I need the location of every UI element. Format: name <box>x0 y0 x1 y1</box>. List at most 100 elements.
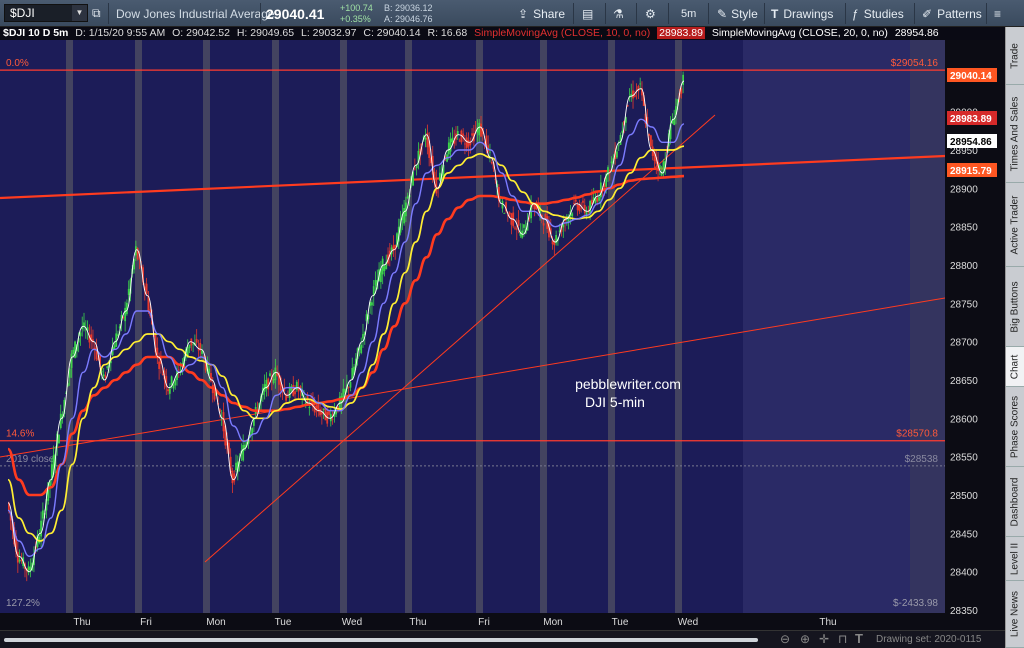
candle-body <box>616 151 618 158</box>
symbol-description: Dow Jones Industrial Average <box>116 6 275 21</box>
session-break-band <box>340 40 347 613</box>
tab-phase-scores[interactable]: Phase Scores <box>1006 387 1024 467</box>
clipboard-icon[interactable]: ▤ <box>582 0 593 27</box>
crosshair-icon[interactable]: ✛ <box>819 632 829 646</box>
candle-body <box>598 196 600 201</box>
zoom-out-icon[interactable]: ⊖ <box>780 632 790 646</box>
time-axis-label: Fri <box>140 617 152 628</box>
candle-body <box>127 288 130 295</box>
bar-date: D: 1/15/20 9:55 AM <box>75 27 166 39</box>
candle-body <box>40 520 42 537</box>
tab-trade[interactable]: Trade <box>1006 27 1024 85</box>
flask-icon[interactable]: ⚗ <box>613 0 624 27</box>
symbol-selector[interactable]: $DJI ▼ <box>4 4 88 22</box>
study-sma10[interactable]: SimpleMovingAvg (CLOSE, 10, 0, no) <box>474 27 650 39</box>
fib-price-label: $29054.16 <box>891 58 939 69</box>
bar-range: R: 16.68 <box>427 27 468 39</box>
price-axis[interactable] <box>945 40 1005 630</box>
bar-low: L: 29032.97 <box>300 27 357 39</box>
price-axis-tick: 28350 <box>950 606 978 617</box>
candle-body <box>308 407 311 408</box>
external-link-icon[interactable]: ⧉ <box>92 0 101 27</box>
bar-open: O: 29042.52 <box>172 27 230 39</box>
magnet-icon[interactable]: ⊓ <box>838 632 847 646</box>
share-icon: ⇪ <box>518 6 529 21</box>
tab-level-ii[interactable]: Level II <box>1006 537 1024 581</box>
right-sidebar: Trade Times And Sales Active Trader Big … <box>1005 27 1024 648</box>
timeframe-button[interactable]: 5m <box>681 0 696 27</box>
price-axis-tick: 28750 <box>950 299 978 310</box>
price-flag-text: 28983.89 <box>950 114 992 125</box>
bar-high: H: 29049.65 <box>236 27 295 39</box>
drawing-set-label[interactable]: Drawing set: 2020-0115 <box>876 634 981 645</box>
price-flag-text: 28954.86 <box>950 137 992 148</box>
price-axis-tick: 28600 <box>950 414 978 425</box>
candle-body <box>360 345 363 354</box>
tab-times-and-sales[interactable]: Times And Sales <box>1006 85 1024 183</box>
candle-body <box>106 366 109 369</box>
price-axis-tick: 28650 <box>950 376 978 387</box>
candle-body <box>517 219 520 226</box>
candle-body <box>462 133 465 137</box>
text-tool-icon: T <box>771 6 779 21</box>
expansion-area <box>910 40 945 613</box>
candle-body <box>274 367 277 381</box>
candle-body <box>383 266 386 271</box>
drawings-button[interactable]: T Drawings <box>771 0 833 27</box>
candle-body <box>562 224 565 228</box>
tab-chart[interactable]: Chart <box>1006 347 1024 387</box>
candle-body <box>451 137 454 143</box>
study-sma20[interactable]: SimpleMovingAvg (CLOSE, 20, 0, no) <box>712 27 888 39</box>
tab-live-news[interactable]: Live News <box>1006 581 1024 648</box>
candle-body <box>639 83 642 85</box>
time-axis-label: Tue <box>275 617 292 628</box>
candle-body <box>328 410 330 415</box>
candle-body <box>347 387 350 389</box>
candle-body <box>574 199 577 202</box>
share-button[interactable]: ⇪ Share <box>518 0 565 27</box>
studies-button[interactable]: ƒ Studies <box>852 0 904 27</box>
patterns-button[interactable]: ✐ Patterns <box>922 0 982 27</box>
price-flag-text: 28915.79 <box>950 166 992 177</box>
last-price: 29040.41 <box>266 5 325 22</box>
price-chart[interactable]: 0.0% $29054.16 14.6% $28570.8 127.2% $-2433.9… <box>0 40 1005 630</box>
studies-icon: ƒ <box>852 6 859 21</box>
candle-body <box>508 212 511 215</box>
candle-body <box>315 405 318 409</box>
fib-level-label: 0.0% <box>6 58 29 69</box>
menu-icon[interactable]: ≡ <box>994 0 1001 27</box>
candle-body <box>589 200 592 214</box>
candle-body <box>413 168 416 170</box>
candle-body <box>576 204 579 211</box>
candle-body <box>447 142 450 155</box>
price-axis-tick: 28700 <box>950 338 978 349</box>
price-axis-tick: 28400 <box>950 568 978 579</box>
zoom-in-icon[interactable]: ⊕ <box>800 632 810 646</box>
time-axis-label: Thu <box>73 617 90 628</box>
candle-body <box>489 151 491 153</box>
chart-title: $DJI 10 D 5m <box>3 27 69 39</box>
price-axis-tick: 28550 <box>950 453 978 464</box>
text-tool-icon[interactable]: T <box>855 631 863 646</box>
time-axis-label: Wed <box>342 617 362 628</box>
candle-body <box>18 559 21 562</box>
chevron-down-icon[interactable]: ▼ <box>72 5 87 21</box>
candle-body <box>503 213 506 214</box>
time-axis-label: Tue <box>612 617 629 628</box>
scrollbar[interactable] <box>4 638 758 642</box>
candle-body <box>456 131 459 135</box>
candle-body <box>102 374 105 377</box>
tab-dashboard[interactable]: Dashboard <box>1006 467 1024 537</box>
tab-active-trader[interactable]: Active Trader <box>1006 183 1024 267</box>
tab-big-buttons[interactable]: Big Buttons <box>1006 267 1024 347</box>
reference-price-label: $28538 <box>905 454 939 465</box>
candle-body <box>478 122 481 136</box>
style-button[interactable]: ✎ Style <box>717 0 758 27</box>
candle-body <box>269 373 271 376</box>
session-break-band <box>135 40 142 613</box>
price-axis-tick: 28850 <box>950 223 978 234</box>
percent-change: +0.35% <box>340 14 371 24</box>
gear-icon[interactable]: ⚙ <box>645 0 656 27</box>
candle-body <box>174 379 177 386</box>
candle-body <box>145 283 148 295</box>
